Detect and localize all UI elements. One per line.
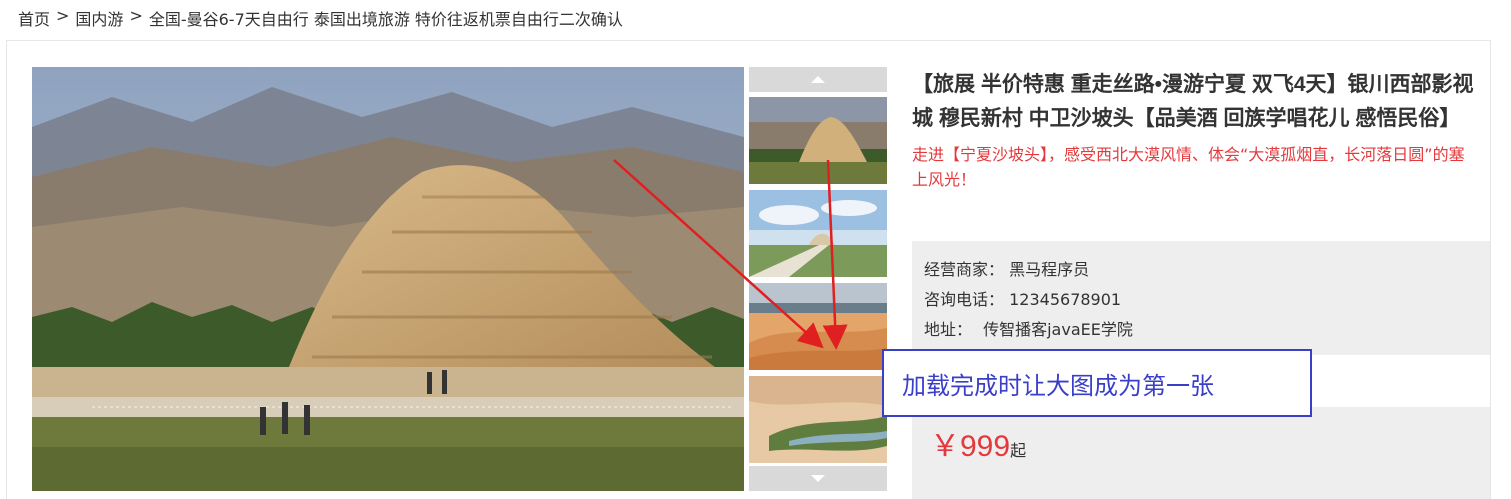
price-value: 999 (960, 430, 1011, 463)
thumbnail-1[interactable] (749, 97, 887, 184)
merchant-name-row: 经营商家： 黑马程序员 (924, 255, 1478, 285)
main-product-image (32, 67, 744, 491)
price: ￥999起 (930, 421, 1026, 465)
price-symbol: ￥ (930, 430, 960, 463)
product-title: 【旅展 半价特惠 重走丝路•漫游宁夏 双飞4天】银川西部影视城 穆民新村 中卫沙… (912, 73, 1474, 130)
thumbnail-3[interactable] (749, 283, 887, 370)
merchant-phone-value: 12345678901 (1009, 290, 1122, 309)
breadcrumb-separator: > (129, 6, 143, 25)
product-info: 【旅展 半价特惠 重走丝路•漫游宁夏 双飞4天】银川西部影视城 穆民新村 中卫沙… (912, 68, 1490, 192)
thumbnail-2[interactable] (749, 190, 887, 277)
merchant-phone-row: 咨询电话： 12345678901 (924, 285, 1478, 315)
merchant-phone-label: 咨询电话： (924, 290, 1005, 309)
merchant-name-label: 经营商家： (924, 260, 1005, 279)
breadcrumb: 首页 > 国内游 > 全国-曼谷6-7天自由行 泰国出境旅游 特价往返机票自由行… (18, 6, 623, 30)
merchant-address-value: 传智播客javaEE学院 (983, 320, 1133, 339)
annotation-text: 加载完成时让大图成为第一张 (902, 371, 1214, 400)
price-unit: 起 (1010, 443, 1027, 460)
breadcrumb-separator: > (56, 6, 70, 25)
breadcrumb-current: 全国-曼谷6-7天自由行 泰国出境旅游 特价往返机票自由行二次确认 (148, 10, 623, 29)
product-subtitle: 走进【宁夏沙坡头】，感受西北大漠风情、体会“大漠孤烟直，长河落日圆”的塞上风光！ (912, 145, 1465, 189)
chevron-down-icon (811, 475, 825, 482)
thumbnail-column (749, 67, 887, 491)
breadcrumb-domestic[interactable]: 国内游 (75, 6, 123, 30)
chevron-up-icon (811, 76, 825, 83)
annotation-callout: 加载完成时让大图成为第一张 (882, 349, 1312, 417)
thumbnail-4[interactable] (749, 376, 887, 463)
thumbnail-down-button[interactable] (749, 466, 887, 491)
merchant-address-label: 地址： (924, 320, 973, 339)
price-box: ￥999起 (912, 407, 1490, 499)
thumbnail-up-button[interactable] (749, 67, 887, 92)
merchant-address-row: 地址： 传智播客javaEE学院 (924, 315, 1478, 345)
breadcrumb-home[interactable]: 首页 (18, 6, 50, 30)
merchant-info-box: 经营商家： 黑马程序员 咨询电话： 12345678901 地址： 传智播客ja… (912, 241, 1490, 355)
merchant-name-value: 黑马程序员 (1009, 260, 1090, 279)
